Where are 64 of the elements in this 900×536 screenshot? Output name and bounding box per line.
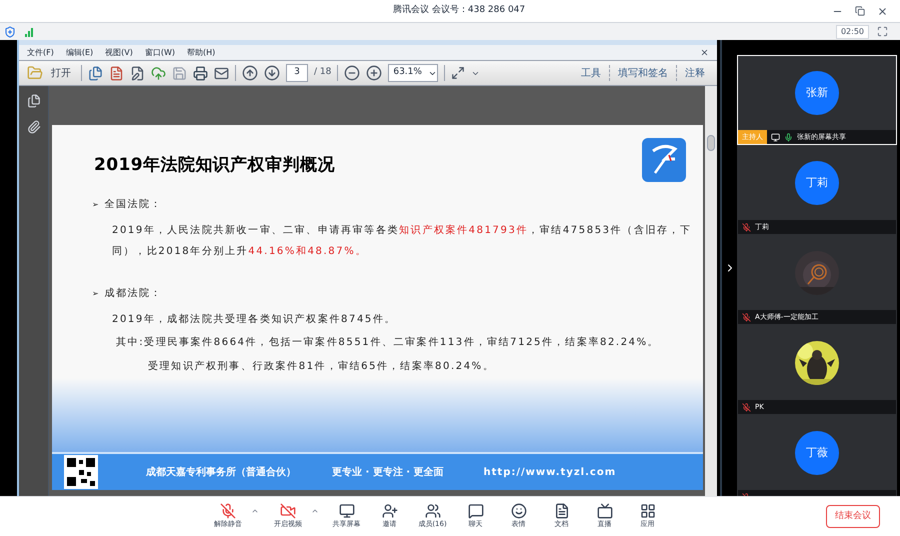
zoom-field[interactable]: 63.1% [388,64,438,82]
avatar: 丁薇 [795,431,839,475]
edit-document-icon[interactable] [130,66,145,80]
chat-icon [468,503,484,520]
folder-icon [27,65,43,81]
grid-icon [640,503,656,520]
zoom-in-icon[interactable] [366,65,382,81]
print-icon[interactable] [193,66,208,80]
scrollbar-thumb[interactable] [707,135,715,151]
people-icon [424,503,440,520]
pages-icon[interactable] [26,94,40,108]
tv-icon [596,503,612,520]
menu-item[interactable]: 编辑(E) [66,46,94,58]
panel-tab[interactable]: 工具 [573,66,609,80]
bullet-icon: ➢ [92,288,100,300]
video-off-icon [280,503,296,520]
participant-tile[interactable]: 丁薇 [737,415,897,496]
section-heading: 全国法院： [104,198,162,212]
paragraph: 2019年，成都法院共受理各类知识产权案件8745件。 [111,312,398,327]
zoom-out-icon[interactable] [344,65,360,81]
bullet-icon: ➢ [92,198,100,210]
paragraph: 受理知识产权刑事、行政案件81件，审结65件，结案率80.24%。 [147,360,496,374]
panel-tab[interactable]: 注释 [677,66,713,80]
menu-item[interactable]: 帮助(H) [187,46,216,58]
fit-page-icon[interactable] [451,66,466,80]
meeting-timer: 02:50 [836,24,869,38]
paragraph: 2019年，人民法院共新收一审、二审、申请再审等各类 知识产权案件481793件，审结475853件（含旧存，下同），比2018年分别上升 44.16%和48.87%。 [111,224,693,259]
panel-tab[interactable]: 填写和签名 [610,66,676,80]
cloud-upload-icon[interactable] [151,66,166,80]
end-meeting-button[interactable]: 结束会议 [826,504,880,528]
footer-text: 成都天嘉专利事务所（普通合伙） [146,465,296,480]
smiley-icon [510,503,526,520]
close-icon[interactable] [877,6,888,16]
mail-icon[interactable] [214,66,229,80]
avatar: 张新 [795,71,839,115]
add-person-icon [382,503,398,520]
window-title: 腾讯会议 会议号：438 286 047 [393,4,526,18]
restore-icon[interactable] [855,6,865,16]
screen-icon [338,503,354,520]
muted-mic-icon [220,503,236,520]
document-icon [554,503,570,520]
menu-item[interactable]: 文件(F) [27,46,54,58]
screen-share-icon [771,132,780,142]
page-total: / 18 [314,66,332,80]
logo-icon [641,137,687,183]
shield-icon[interactable] [4,26,16,38]
previous-page-icon[interactable] [242,65,258,81]
document-icon[interactable] [109,66,124,80]
menu-item[interactable]: 视图(V) [105,46,133,58]
footer-text: 更专业 · 更专注 · 更全面 [332,465,444,480]
close-icon[interactable] [700,48,709,57]
attachment-icon[interactable] [26,120,40,134]
qr-code-icon [64,455,98,489]
fullscreen-icon[interactable] [877,26,888,37]
page-field[interactable]: 3 [286,64,308,82]
menu-item[interactable]: 窗口(W) [144,46,176,58]
open-button[interactable]: 打开 [23,65,75,81]
documents-icon[interactable] [88,66,103,80]
paragraph: 其中:受理民事案件8664件，包括一审案件8551件、二审案件113件，审结7125件，结案率82.24%。 [115,336,660,350]
next-page-icon[interactable] [264,65,280,81]
page-title: 2019年法院知识产权审判概况 [94,154,335,177]
avatar: 丁莉 [795,161,839,205]
signal-icon [24,26,34,36]
section-heading: 成都法院： [104,286,162,301]
